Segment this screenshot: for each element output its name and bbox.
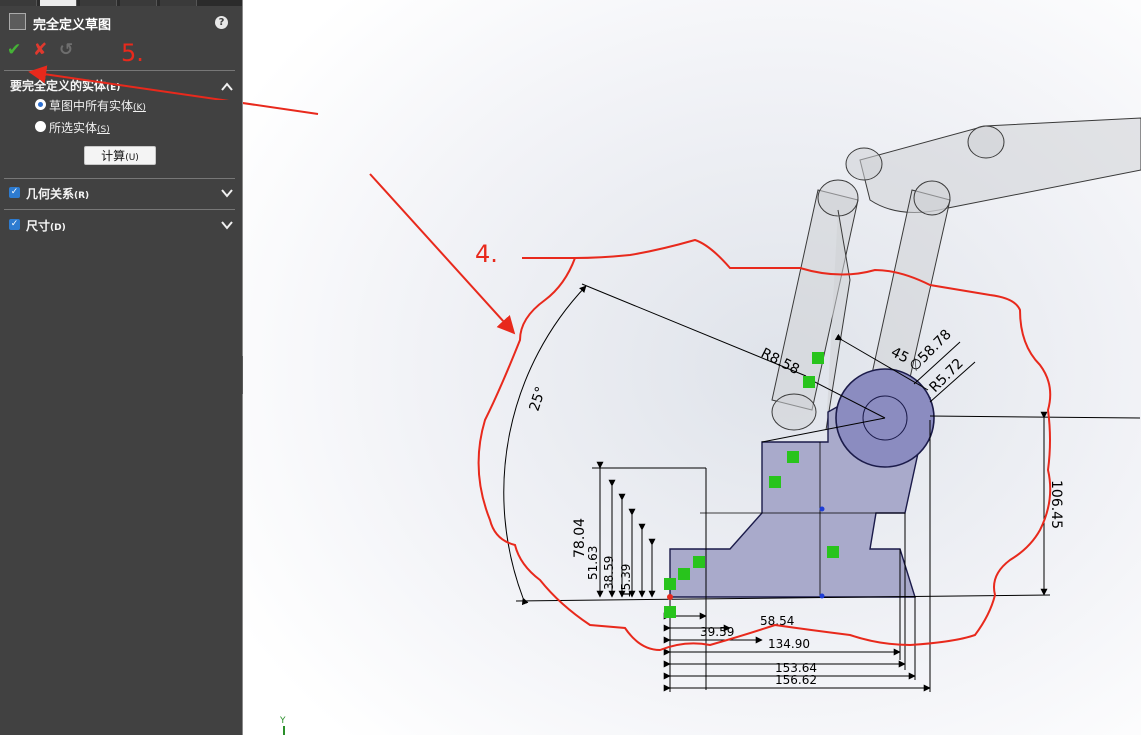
tab-dimxpert[interactable] [120, 0, 157, 6]
section-dimensions-label-text: 尺寸 [26, 219, 51, 233]
section-entities-header[interactable]: 要完全定义的实体(E) [0, 74, 242, 98]
calculate-button-label: 计算 [101, 149, 126, 163]
checkbox-relations[interactable]: ✓ [9, 187, 20, 198]
axis-y-label: Y [279, 716, 286, 726]
radio-all-entities-label: 草图中所有实体(K) [49, 97, 146, 114]
radio-selected-entities-label: 所选实体(S) [49, 119, 110, 136]
section-dimensions-header[interactable]: ✓ 尺寸(D) [0, 213, 242, 237]
help-icon[interactable]: ? [215, 16, 228, 29]
sketch-icon [9, 13, 26, 30]
dim-156-62[interactable]: 156.62 [775, 673, 817, 687]
separator [4, 178, 235, 179]
section-entities-shortcut: (E) [106, 83, 121, 93]
section-dimensions-label: 尺寸(D) [26, 217, 66, 234]
viewport-background [243, 0, 1141, 735]
section-relations-label-text: 几何关系 [26, 187, 75, 201]
separator [4, 70, 235, 71]
radio-all-entities-text: 草图中所有实体 [49, 99, 134, 113]
separator [4, 209, 235, 210]
radio-selected-entities-text: 所选实体 [49, 121, 98, 135]
radio-selected-entities-shortcut: (S) [97, 125, 110, 135]
tab-configuration-manager[interactable] [80, 0, 117, 6]
dim-134-90[interactable]: 134.90 [768, 637, 810, 651]
section-entities-label-text: 要完全定义的实体 [10, 79, 107, 93]
chevron-up-icon[interactable] [221, 82, 233, 92]
radio-all-entities[interactable] [35, 99, 46, 110]
tab-display-manager[interactable] [160, 0, 197, 6]
ok-button[interactable]: ✔ [7, 40, 21, 60]
radio-all-entities-shortcut: (K) [133, 103, 146, 113]
chevron-down-icon[interactable] [221, 220, 233, 230]
tab-feature-manager[interactable] [0, 0, 37, 6]
calculate-button[interactable]: 计算(U) [84, 146, 156, 165]
dim-51-63[interactable]: 51.63 [586, 546, 600, 580]
chevron-down-icon[interactable] [221, 188, 233, 198]
dim-39-59[interactable]: 39.59 [700, 625, 734, 639]
section-relations-header[interactable]: ✓ 几何关系(R) [0, 181, 242, 205]
tab-property-manager[interactable] [40, 0, 77, 6]
annotation-step-4: 4. [475, 240, 498, 268]
graphics-viewport[interactable]: 25° R8.58 45 ∅58.78 R5.72 106.45 78.04 5… [243, 0, 1141, 735]
dim-38-59[interactable]: 38.59 [602, 556, 616, 590]
property-manager-panel: 完全定义草图 ? ✔ ✘ ↺ 要完全定义的实体(E) 草图中所有实体(K) 所选… [0, 0, 242, 735]
calculate-button-shortcut: (U) [125, 153, 139, 163]
section-entities-label: 要完全定义的实体(E) [10, 77, 120, 94]
checkbox-dimensions[interactable]: ✓ [9, 219, 20, 230]
section-relations-shortcut: (R) [74, 191, 90, 201]
section-dimensions-shortcut: (D) [50, 223, 66, 233]
cancel-button[interactable]: ✘ [33, 40, 47, 60]
panel-tab-strip [0, 0, 242, 6]
panel-title: 完全定义草图 [33, 18, 112, 33]
dim-15-39[interactable]: 15.39 [619, 564, 633, 598]
radio-selected-entities[interactable] [35, 121, 46, 132]
section-relations-label: 几何关系(R) [26, 185, 89, 202]
undo-button[interactable]: ↺ [59, 40, 73, 60]
dim-153-64[interactable]: 153.64 [775, 661, 817, 675]
